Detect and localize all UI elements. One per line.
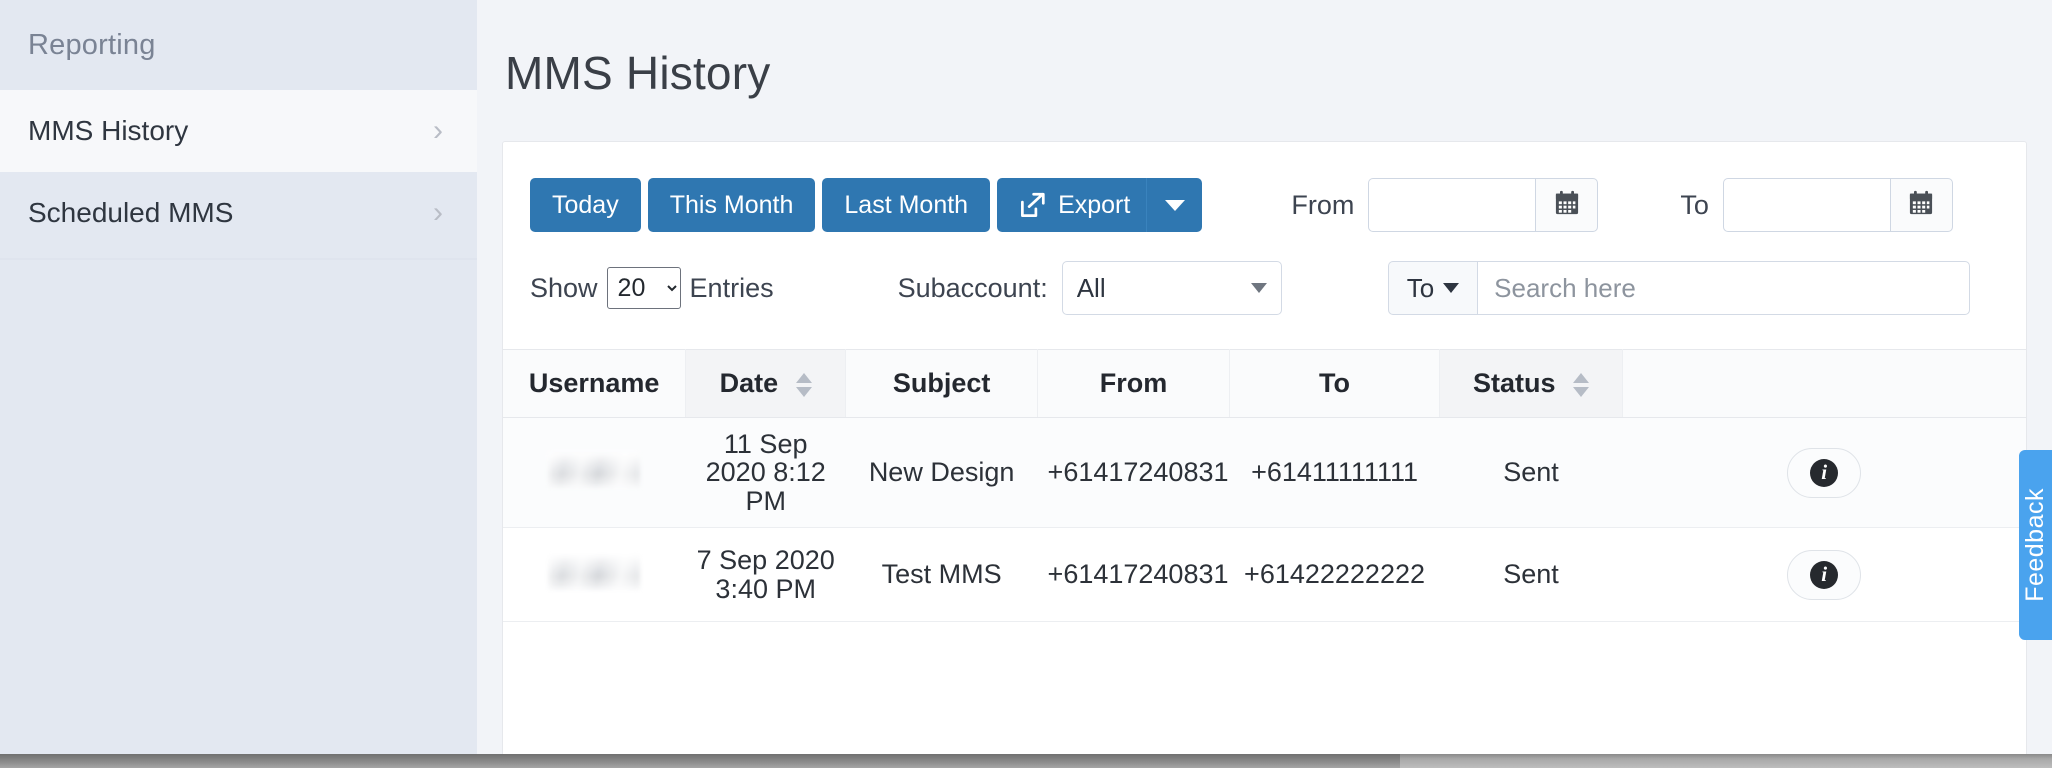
caret-down-icon [1164, 199, 1185, 211]
cell-status: Sent [1439, 527, 1623, 623]
column-label: Status [1472, 368, 1556, 398]
cell-username [503, 417, 686, 529]
last-month-button[interactable]: Last Month [822, 178, 991, 232]
export-button-group: Export [997, 178, 1203, 232]
chevron-right-icon: › [433, 196, 443, 229]
to-date-group [1722, 178, 1953, 232]
cell-date: 11 Sep 2020 8:12 PM [685, 417, 846, 529]
cell-to: +61422222222 [1229, 527, 1440, 623]
column-header-to: To [1229, 349, 1441, 418]
table-header-row: Username Date Subject From To Status [503, 349, 2026, 418]
this-month-button[interactable]: This Month [647, 178, 816, 232]
calendar-icon [1553, 189, 1581, 222]
cell-from: +61417240831 [1037, 527, 1230, 623]
table-header: Username Date Subject From To Status [503, 349, 2026, 418]
info-circle-icon: i [1810, 560, 1839, 589]
cell-actions: i [1622, 527, 2026, 623]
row-info-button[interactable]: i [1787, 447, 1862, 498]
from-date-group [1368, 178, 1599, 232]
redacted-username [548, 451, 641, 488]
show-label: Show [530, 272, 598, 303]
sort-arrows-icon [795, 372, 812, 397]
search-input[interactable] [1477, 261, 1970, 315]
column-header-actions [1622, 349, 2026, 418]
from-date-label: From [1291, 189, 1355, 220]
column-header-username: Username [503, 349, 687, 418]
sidebar-divider [0, 258, 477, 260]
entries-label: Entries [689, 272, 774, 303]
caret-down-icon [1443, 283, 1460, 293]
info-circle-icon: i [1810, 458, 1839, 487]
export-button[interactable]: Export [997, 178, 1147, 232]
cell-username [503, 527, 686, 623]
column-header-status[interactable]: Status [1439, 349, 1623, 418]
sort-arrows-icon [1573, 372, 1589, 397]
subaccount-select-wrap: All [1061, 261, 1282, 315]
column-label: Subject [892, 368, 991, 398]
feedback-tab-label: Feedback [2021, 488, 2049, 602]
export-button-label: Export [1058, 190, 1131, 219]
subaccount-label: Subaccount: [897, 272, 1048, 303]
column-header-date[interactable]: Date [685, 349, 847, 418]
cell-actions: i [1622, 417, 2026, 529]
column-header-from: From [1037, 349, 1230, 418]
chevron-right-icon: › [433, 114, 443, 147]
filter-toolbar: Today This Month Last Month Export From … [503, 142, 2026, 232]
table-controls: Show 102050100 Entries Subaccount: All T… [503, 232, 2026, 349]
cell-from: +61417240831 [1037, 417, 1230, 529]
sidebar-item-label: Scheduled MMS [28, 197, 234, 228]
show-entries-control: Show 102050100 Entries [530, 267, 774, 309]
calendar-icon [1907, 189, 1935, 222]
subaccount-select[interactable]: All [1061, 261, 1282, 315]
sidebar-item-mms-history[interactable]: MMS History › [0, 90, 477, 172]
today-button[interactable]: Today [530, 178, 641, 232]
subaccount-control: Subaccount: All [898, 261, 1282, 315]
date-range-filters: From To [1291, 178, 1953, 232]
to-date-label: To [1680, 189, 1709, 220]
table-row[interactable]: 11 Sep 2020 8:12 PM New Design +61417240… [503, 417, 2026, 529]
share-external-icon [1019, 192, 1046, 219]
page-title: MMS History [505, 47, 771, 99]
sidebar-item-label: MMS History [28, 115, 189, 146]
column-label: To [1319, 368, 1351, 398]
column-header-subject: Subject [845, 349, 1039, 418]
search-scope-label: To [1406, 272, 1435, 303]
horizontal-scrollbar-thumb[interactable] [0, 754, 1400, 768]
cell-status: Sent [1439, 417, 1623, 529]
app-root: Reporting MMS History › Scheduled MMS › … [0, 0, 2052, 768]
search-scope-dropdown[interactable]: To [1387, 261, 1478, 315]
cell-date: 7 Sep 2020 3:40 PM [685, 527, 846, 623]
column-label: Date [719, 368, 779, 398]
to-date-input[interactable] [1722, 178, 1890, 232]
main-content: MMS History Today This Month Last Month [477, 0, 2052, 768]
column-label: Username [528, 368, 660, 398]
feedback-tab[interactable]: Feedback [2019, 450, 2052, 640]
cell-subject: Test MMS [845, 527, 1038, 623]
column-label: From [1099, 368, 1168, 398]
cell-subject: New Design [845, 417, 1038, 529]
sidebar: Reporting MMS History › Scheduled MMS › [0, 0, 477, 768]
to-calendar-button[interactable] [1889, 178, 1953, 232]
table-row[interactable]: 7 Sep 2020 3:40 PM Test MMS +61417240831… [503, 527, 2026, 623]
row-info-button[interactable]: i [1787, 549, 1862, 600]
redacted-username [548, 553, 641, 590]
mms-history-table: Username Date Subject From To Status 11 … [503, 349, 2026, 623]
sidebar-section-title: Reporting [28, 28, 156, 61]
from-calendar-button[interactable] [1535, 178, 1599, 232]
search-control: To [1387, 261, 1970, 315]
from-date-input[interactable] [1368, 178, 1536, 232]
cell-to: +61411111111 [1229, 417, 1440, 529]
sidebar-item-scheduled-mms[interactable]: Scheduled MMS › [0, 172, 477, 254]
history-card: Today This Month Last Month Export From … [502, 141, 2027, 768]
export-dropdown-toggle[interactable] [1146, 178, 1203, 232]
table-body: 11 Sep 2020 8:12 PM New Design +61417240… [503, 417, 2026, 623]
entries-per-page-select[interactable]: 102050100 [606, 267, 681, 309]
horizontal-scrollbar[interactable] [0, 754, 2052, 768]
